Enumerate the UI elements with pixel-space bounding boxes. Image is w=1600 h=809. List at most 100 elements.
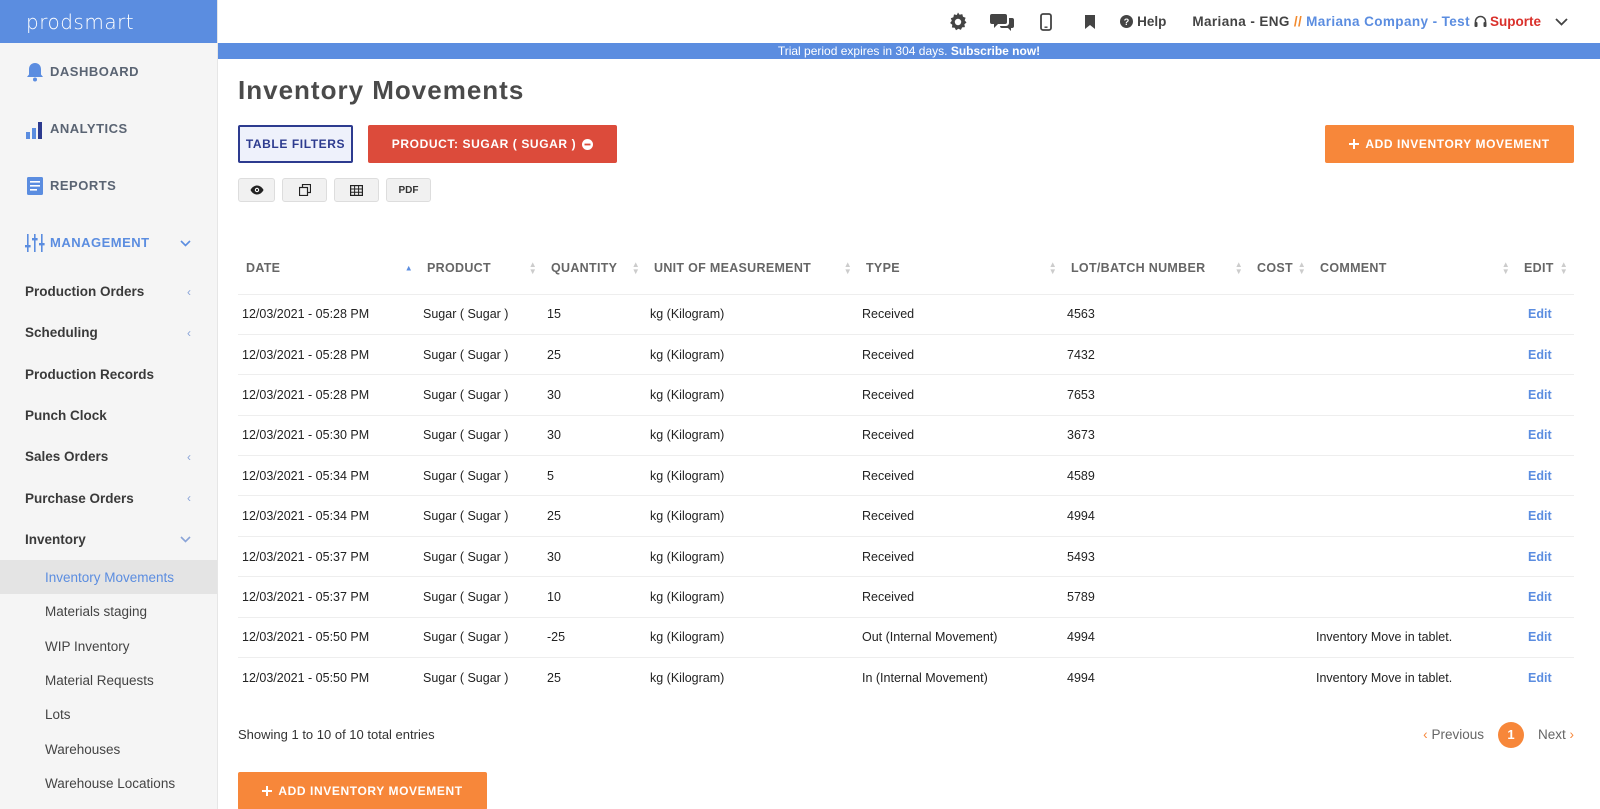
menu-production-records[interactable]: Production Records — [0, 354, 217, 395]
submenu-warehouses[interactable]: Warehouses — [0, 732, 217, 766]
cell-lot: 5789 — [1063, 576, 1249, 618]
menu-punch-clock[interactable]: Punch Clock — [0, 395, 217, 436]
user-name[interactable]: Mariana - ENG//Mariana Company - Test — [1192, 14, 1470, 29]
previous-button[interactable]: ‹ Previous — [1423, 727, 1484, 742]
help-link[interactable]: ? Help — [1120, 14, 1166, 29]
nav-management-label: MANAGEMENT — [50, 235, 150, 250]
table-row: 12/03/2021 - 05:37 PM Sugar ( Sugar ) 10 kg… — [238, 576, 1574, 618]
copy-button[interactable] — [282, 178, 327, 202]
edit-link[interactable]: Edit — [1516, 333, 1574, 375]
table-row: 12/03/2021 - 05:28 PM Sugar ( Sugar ) 30 kg… — [238, 374, 1574, 416]
chevron-left-icon: ‹ — [187, 325, 191, 340]
cell-lot: 4589 — [1063, 455, 1249, 496]
table-filters-button[interactable]: TABLE FILTERS — [238, 125, 353, 163]
col-comment[interactable]: COMMENT ▲ ▼ — [1312, 242, 1516, 294]
edit-link[interactable]: Edit — [1516, 293, 1574, 335]
cell-lot: 4994 — [1063, 657, 1249, 698]
logo-bar: prodsmart — [0, 0, 217, 43]
col-product[interactable]: PRODUCT ▲ ▼ — [419, 242, 543, 294]
menu-production-orders[interactable]: Production Orders ‹ — [0, 271, 217, 312]
cell-date: 12/03/2021 - 05:37 PM — [238, 576, 419, 618]
add-label: ADD INVENTORY MOVEMENT — [278, 783, 463, 798]
cell-comment — [1312, 374, 1516, 416]
export-pdf-button[interactable]: PDF — [386, 178, 431, 202]
cell-type: Received — [858, 333, 1063, 375]
cell-quantity: -25 — [543, 616, 646, 658]
submenu-lots[interactable]: Lots — [0, 698, 217, 732]
nav-dashboard[interactable]: DASHBOARD — [0, 43, 217, 100]
menu-scheduling[interactable]: Scheduling ‹ — [0, 312, 217, 353]
cell-unit: kg (Kilogram) — [646, 414, 858, 456]
cell-comment — [1312, 293, 1516, 335]
col-header-label: PRODUCT — [427, 260, 491, 275]
menu-inventory[interactable]: Inventory — [0, 519, 217, 560]
cell-date: 12/03/2021 - 05:34 PM — [238, 455, 419, 496]
column-visibility-button[interactable] — [238, 178, 275, 202]
add-inventory-movement-button[interactable]: ADD INVENTORY MOVEMENT — [1325, 125, 1574, 163]
edit-link[interactable]: Edit — [1516, 455, 1574, 496]
support-link[interactable]: Suporte — [1474, 14, 1541, 29]
question-circle-icon: ? — [1120, 15, 1134, 28]
col-quantity[interactable]: QUANTITY ▲ ▼ — [543, 242, 646, 294]
sliders-icon — [24, 232, 46, 254]
submenu-warehouse-locations[interactable]: Warehouse Locations — [0, 766, 217, 800]
col-edit[interactable]: EDIT ▲ ▼ — [1516, 242, 1574, 294]
chat-icon[interactable] — [980, 12, 1024, 32]
edit-link[interactable]: Edit — [1516, 576, 1574, 618]
cell-date: 12/03/2021 - 05:37 PM — [238, 535, 419, 577]
edit-link[interactable]: Edit — [1516, 657, 1574, 698]
edit-link[interactable]: Edit — [1516, 374, 1574, 416]
menu-sales-orders[interactable]: Sales Orders ‹ — [0, 436, 217, 477]
edit-link[interactable]: Edit — [1516, 616, 1574, 658]
col-lot[interactable]: LOT/BATCH NUMBER ▲ ▼ — [1063, 242, 1249, 294]
mobile-phone-icon[interactable] — [1024, 12, 1068, 31]
chevron-down-icon[interactable] — [1555, 14, 1568, 29]
add-inventory-movement-button-bottom[interactable]: ADD INVENTORY MOVEMENT — [238, 771, 487, 809]
cell-product: Sugar ( Sugar ) — [419, 374, 543, 416]
bookmark-icon[interactable] — [1068, 14, 1112, 30]
cell-quantity: 30 — [543, 374, 646, 416]
submenu-materials-staging[interactable]: Materials staging — [0, 594, 217, 628]
col-type[interactable]: TYPE ▲ ▼ — [858, 242, 1063, 294]
minus-circle-icon[interactable] — [582, 138, 594, 150]
app-logo[interactable]: prodsmart — [26, 10, 134, 34]
cell-date: 12/03/2021 - 05:28 PM — [238, 374, 419, 416]
cell-date: 12/03/2021 - 05:50 PM — [238, 657, 419, 698]
table-row: 12/03/2021 - 05:34 PM Sugar ( Sugar ) 25 kg… — [238, 495, 1574, 537]
table-row: 12/03/2021 - 05:28 PM Sugar ( Sugar ) 15 kg… — [238, 293, 1574, 335]
col-date[interactable]: DATE ▲ — [238, 242, 419, 294]
nav-management[interactable]: MANAGEMENT — [0, 214, 217, 271]
gear-icon[interactable] — [936, 12, 980, 32]
col-header-label: LOT/BATCH NUMBER — [1071, 260, 1206, 275]
edit-link[interactable]: Edit — [1516, 535, 1574, 577]
table-row: 12/03/2021 - 05:50 PM Sugar ( Sugar ) 25 kg… — [238, 657, 1574, 698]
next-label: Next — [1537, 727, 1566, 743]
nav-reports[interactable]: REPORTS — [0, 157, 217, 214]
subscribe-link[interactable]: Subscribe now! — [951, 44, 1040, 58]
cell-comment — [1312, 576, 1516, 618]
cell-type: Received — [858, 414, 1063, 456]
col-unit[interactable]: UNIT OF MEASUREMENT ▲ ▼ — [646, 242, 858, 294]
nav-analytics[interactable]: ANALYTICS — [0, 100, 217, 157]
cell-cost — [1249, 414, 1312, 456]
page-1-button[interactable]: 1 — [1497, 721, 1524, 748]
chevron-left-icon: ‹ — [187, 284, 191, 299]
cell-quantity: 25 — [543, 495, 646, 537]
submenu-wip-inventory[interactable]: WIP Inventory — [0, 629, 217, 663]
cell-unit: kg (Kilogram) — [646, 576, 858, 618]
sort-icon: ▲ ▼ — [631, 259, 640, 276]
next-button[interactable]: Next › — [1538, 727, 1574, 742]
cell-date: 12/03/2021 - 05:28 PM — [238, 333, 419, 375]
edit-link[interactable]: Edit — [1516, 495, 1574, 537]
edit-link[interactable]: Edit — [1516, 414, 1574, 456]
submenu-material-requests[interactable]: Material Requests — [0, 663, 217, 697]
cell-cost — [1249, 495, 1312, 537]
product-filter-chip[interactable]: PRODUCT: SUGAR ( SUGAR ) — [368, 125, 617, 163]
menu-purchase-orders[interactable]: Purchase Orders ‹ — [0, 477, 217, 518]
submenu-inventory-movements[interactable]: Inventory Movements — [0, 560, 217, 595]
menu-label: Punch Clock — [25, 408, 107, 424]
sort-icon: ▲ ▼ — [843, 259, 852, 276]
entries-info: Showing 1 to 10 of 10 total entries — [238, 727, 435, 743]
export-table-button[interactable] — [334, 178, 379, 202]
col-cost[interactable]: COST ▲ ▼ — [1249, 242, 1312, 294]
